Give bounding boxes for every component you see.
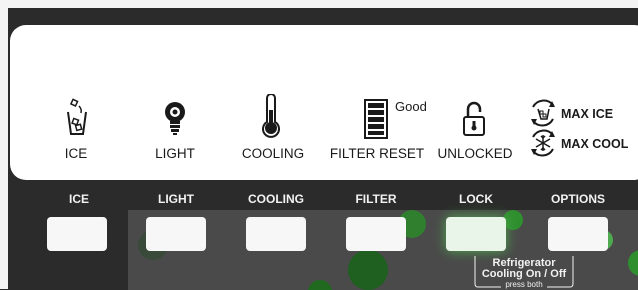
- filter-button[interactable]: [346, 217, 406, 251]
- ice-icon: [64, 96, 90, 136]
- light-button[interactable]: [146, 217, 206, 251]
- lock-button[interactable]: [446, 217, 506, 251]
- note-line-2: Cooling On / Off: [481, 268, 567, 280]
- filter-button-label: FILTER: [355, 192, 397, 206]
- light-status-label: LIGHT: [155, 146, 195, 161]
- padlock-icon: [462, 101, 486, 137]
- filter-icon: [364, 99, 388, 139]
- backlight-glow: [503, 210, 523, 230]
- ice-button[interactable]: [47, 217, 107, 251]
- cooling-button[interactable]: [246, 217, 306, 251]
- max-cool-label: MAX COOL: [561, 137, 629, 151]
- thermometer-icon: [261, 94, 281, 138]
- options-button-label: OPTIONS: [550, 192, 606, 206]
- top-edge-strip: [0, 0, 638, 8]
- backlight-glow: [348, 250, 388, 290]
- options-button[interactable]: [548, 217, 608, 251]
- unlocked-status-label: UNLOCKED: [437, 146, 513, 161]
- ice-status-label: ICE: [64, 146, 88, 161]
- cooling-button-label: COOLING: [248, 192, 304, 206]
- filter-status-text: Good: [395, 99, 427, 114]
- cooling-status-label: COOLING: [241, 146, 305, 161]
- ice-button-label: ICE: [68, 192, 90, 206]
- note-line-3: press both: [505, 280, 543, 289]
- max-ice-icon: [527, 97, 559, 129]
- left-edge-strip: [0, 0, 8, 289]
- filter-reset-status-label: FILTER RESET: [329, 146, 425, 161]
- backlight-glow: [628, 250, 638, 276]
- max-cool-icon: [527, 127, 559, 159]
- max-ice-label: MAX ICE: [561, 107, 614, 121]
- light-button-label: LIGHT: [158, 192, 194, 206]
- light-bulb-icon: [163, 101, 187, 137]
- lock-button-label: LOCK: [459, 192, 493, 206]
- refrigerator-cooling-note: Refrigerator Cooling On / Off press both: [473, 256, 575, 289]
